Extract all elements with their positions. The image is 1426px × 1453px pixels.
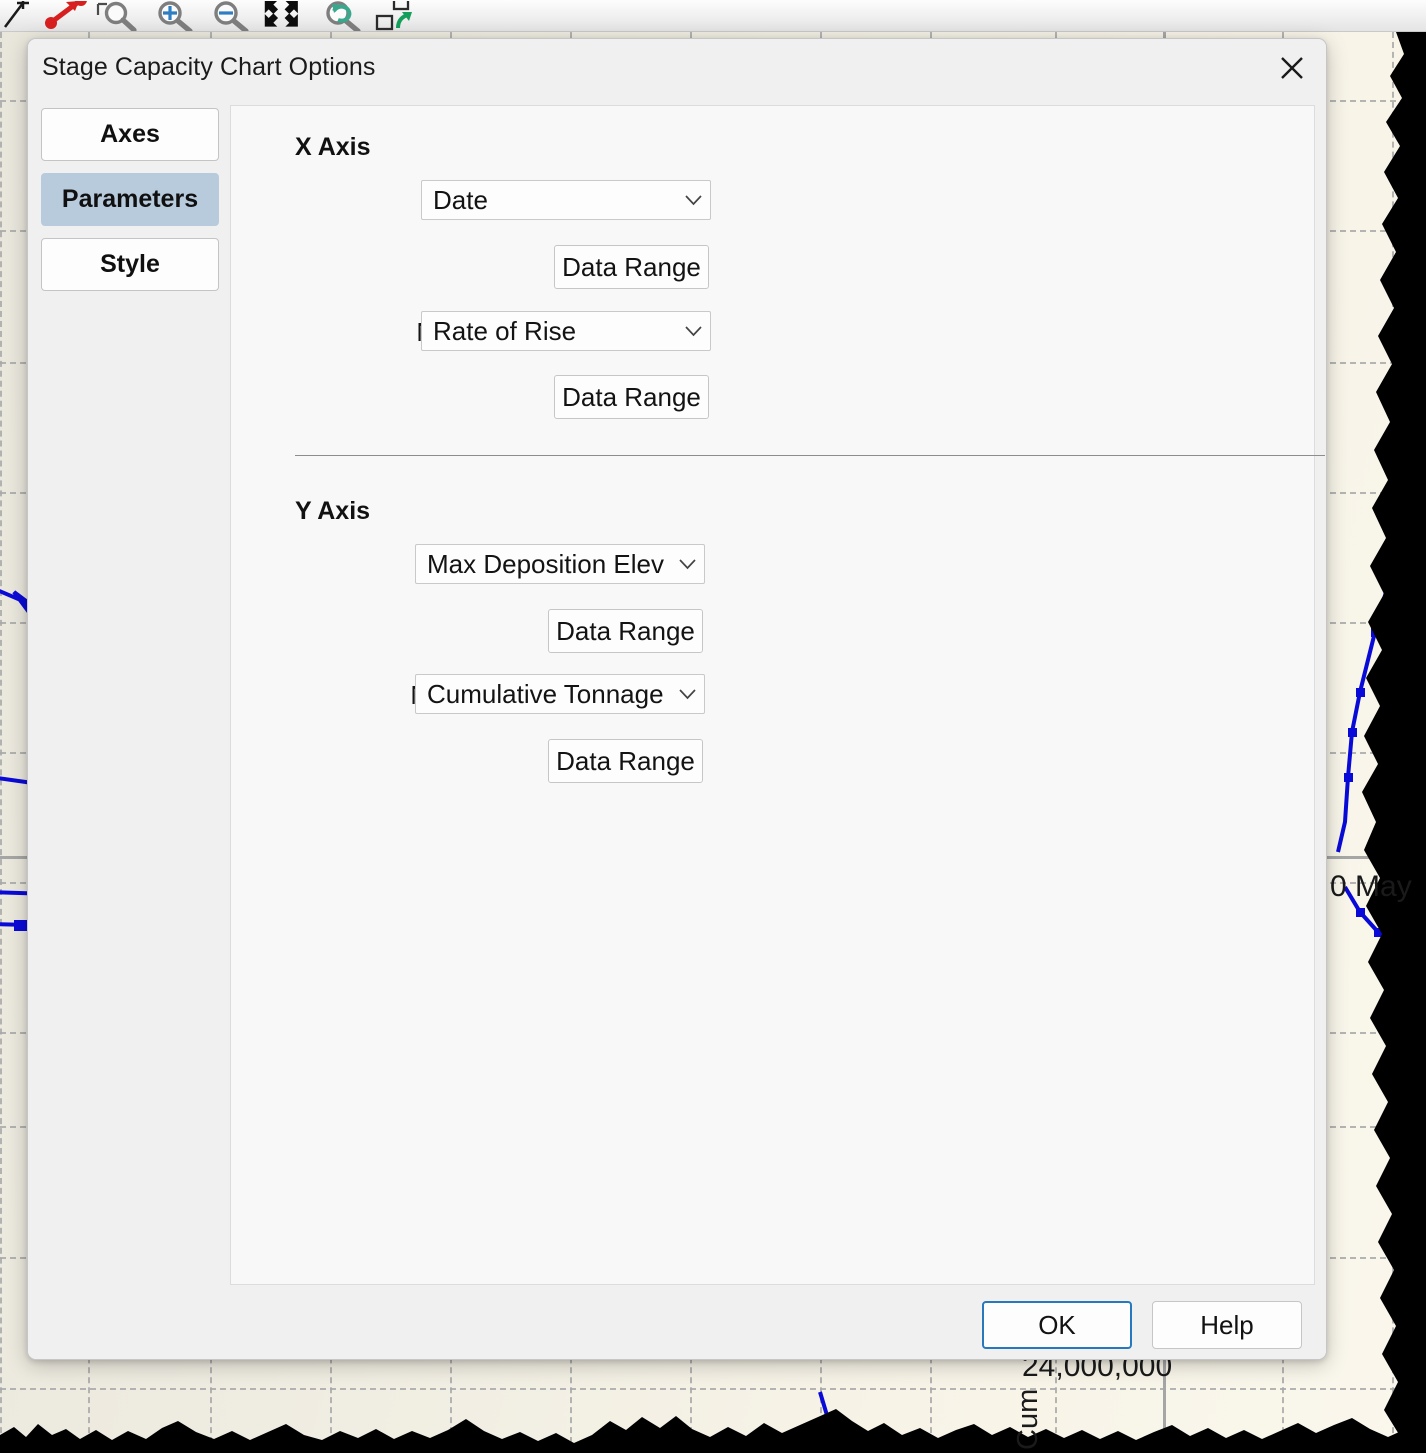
chart-terrain-profile-right bbox=[1362, 32, 1426, 1453]
tab-axes[interactable]: Axes bbox=[41, 108, 219, 161]
y-axis-negative-value: Cumulative Tonnage bbox=[427, 678, 664, 709]
dialog-tab-strip: Axes Parameters Style bbox=[41, 108, 219, 303]
chart-y-axis-label: Cum bbox=[1012, 1388, 1044, 1450]
chart-x-tick-label: 0 May bbox=[1330, 870, 1412, 903]
x-axis-positive-data-range-button[interactable]: Data Range bbox=[554, 245, 709, 289]
ok-button[interactable]: OK bbox=[982, 1301, 1132, 1349]
y-axis-negative-data-range-button[interactable]: Data Range bbox=[548, 739, 703, 783]
zoom-window-icon[interactable] bbox=[90, 1, 146, 31]
x-axis-negative-select[interactable]: Rate of Rise bbox=[421, 311, 711, 351]
y-axis-positive-data-range-button[interactable]: Data Range bbox=[548, 609, 703, 653]
dialog-body: Axes Parameters Style X Axis Positive Da… bbox=[28, 96, 1326, 1300]
x-axis-section-heading: X Axis bbox=[295, 133, 371, 161]
x-axis-negative-value: Rate of Rise bbox=[433, 315, 577, 346]
stage-capacity-chart-options-dialog: Stage Capacity Chart Options Axes Parame… bbox=[27, 38, 1327, 1360]
parameters-panel: X Axis Positive Date Data Range Negative… bbox=[230, 105, 1325, 1285]
restore-window-icon[interactable] bbox=[370, 0, 426, 31]
tab-parameters[interactable]: Parameters bbox=[41, 173, 219, 226]
application-toolbar[interactable] bbox=[0, 0, 1426, 32]
close-icon[interactable] bbox=[1258, 39, 1326, 96]
x-axis-negative-data-range-button[interactable]: Data Range bbox=[554, 375, 709, 419]
chevron-down-icon bbox=[670, 688, 704, 700]
y-axis-section-heading: Y Axis bbox=[295, 497, 371, 525]
zoom-in-icon[interactable] bbox=[146, 0, 202, 31]
zoom-extents-icon[interactable] bbox=[258, 0, 314, 31]
x-axis-positive-select[interactable]: Date bbox=[421, 180, 711, 220]
zoom-out-icon[interactable] bbox=[202, 0, 258, 31]
dialog-title: Stage Capacity Chart Options bbox=[42, 53, 376, 81]
chevron-down-icon bbox=[670, 558, 704, 570]
chart-gridline-v bbox=[0, 32, 2, 1453]
y-axis-negative-select[interactable]: Cumulative Tonnage bbox=[415, 674, 705, 714]
x-axis-positive-value: Date bbox=[433, 184, 488, 215]
zoom-previous-icon[interactable] bbox=[314, 0, 370, 31]
trend-line-icon[interactable] bbox=[2, 0, 90, 31]
chevron-down-icon bbox=[676, 194, 710, 206]
dialog-footer: OK Help bbox=[28, 1298, 1326, 1359]
y-axis-positive-value: Max Deposition Elev bbox=[427, 548, 664, 579]
y-axis-positive-select[interactable]: Max Deposition Elev bbox=[415, 544, 705, 584]
help-button[interactable]: Help bbox=[1152, 1301, 1302, 1349]
section-divider bbox=[295, 455, 1325, 456]
chart-terrain-profile-bottom bbox=[0, 1409, 1426, 1453]
dialog-titlebar[interactable]: Stage Capacity Chart Options bbox=[28, 39, 1326, 96]
chevron-down-icon bbox=[676, 325, 710, 337]
tab-style[interactable]: Style bbox=[41, 238, 219, 291]
